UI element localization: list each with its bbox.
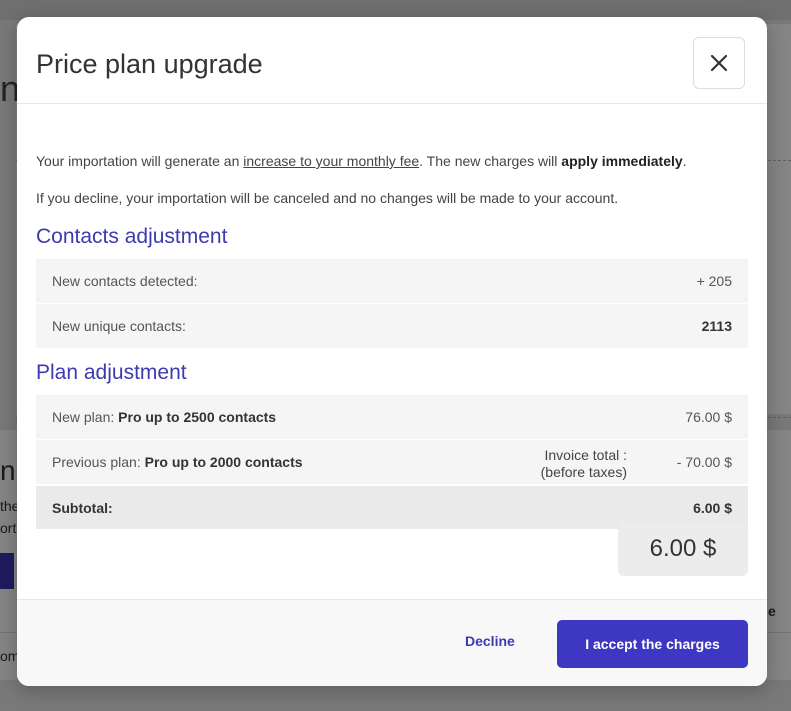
intro-text: Your importation will generate an increa… xyxy=(36,153,687,169)
modal-header: Price plan upgrade xyxy=(17,17,767,104)
previous-plan-name: Pro up to 2000 contacts xyxy=(144,454,303,470)
previous-plan-row: Previous plan: Pro up to 2000 contacts -… xyxy=(36,440,748,484)
new-plan-name: Pro up to 2500 contacts xyxy=(118,409,277,425)
decline-notice: If you decline, your importation will be… xyxy=(36,190,619,206)
invoice-total-label: Invoice total : (before taxes) xyxy=(540,447,627,480)
new-contacts-row: New contacts detected: + 205 xyxy=(36,259,748,303)
subtotal-label: Subtotal: xyxy=(52,499,113,516)
modal-title: Price plan upgrade xyxy=(36,49,263,79)
unique-contacts-label: New unique contacts: xyxy=(52,318,186,334)
previous-plan-price: - 70.00 $ xyxy=(676,454,732,470)
accept-charges-button[interactable]: I accept the charges xyxy=(557,620,748,668)
previous-plan-label: Previous plan: xyxy=(52,454,145,470)
contacts-section-title: Contacts adjustment xyxy=(36,225,228,248)
decline-button[interactable]: Decline xyxy=(465,633,515,649)
new-plan-row: New plan: Pro up to 2500 contacts 76.00 … xyxy=(36,395,748,439)
price-plan-upgrade-dialog: Price plan upgrade Your importation will… xyxy=(17,17,767,686)
invoice-total-value: 6.00 $ xyxy=(618,522,748,576)
monthly-fee-link[interactable]: increase to your monthly fee xyxy=(243,153,419,169)
new-contacts-label: New contacts detected: xyxy=(52,273,198,289)
subtotal-value: 6.00 $ xyxy=(693,499,732,516)
close-button[interactable] xyxy=(693,37,745,89)
new-plan-price: 76.00 $ xyxy=(685,409,732,425)
plan-section-title: Plan adjustment xyxy=(36,361,187,384)
close-icon xyxy=(710,54,728,72)
new-contacts-value: + 205 xyxy=(696,273,732,289)
unique-contacts-value: 2113 xyxy=(701,318,732,334)
unique-contacts-row: New unique contacts: 2113 xyxy=(36,304,748,348)
new-plan-label: New plan: xyxy=(52,409,119,425)
modal-footer: Decline I accept the charges xyxy=(17,599,767,686)
